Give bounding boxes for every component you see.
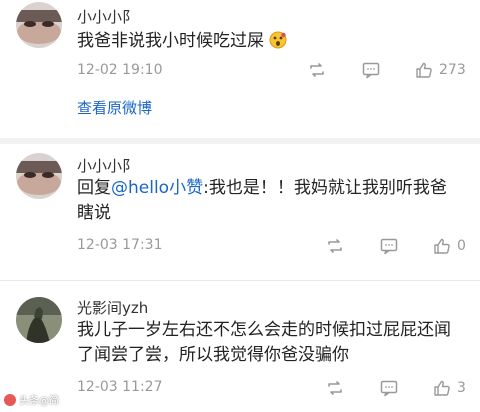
avatar[interactable]	[16, 2, 62, 48]
repost-button[interactable]	[307, 60, 327, 80]
comment-icon	[380, 380, 398, 397]
username[interactable]: 小小小阝	[77, 6, 137, 27]
comment-item: 小小小阝 回复@hello小赞:我也是！！我妈就让我别听我爸瞎说 12-03 1…	[0, 144, 480, 279]
avatar[interactable]	[16, 153, 62, 199]
comment-text: 我爸非说我小时候吃过屎	[77, 29, 458, 54]
avatar-image	[16, 2, 62, 48]
repost-button[interactable]	[325, 236, 345, 256]
timestamp: 12-03 17:31	[77, 237, 163, 253]
view-original-link[interactable]: 查看原微博	[77, 97, 152, 118]
comment-icon	[362, 62, 380, 79]
watermark: 头条@简	[4, 392, 59, 407]
thumbs-up-icon	[434, 238, 450, 254]
comment-button[interactable]	[361, 60, 381, 80]
like-button[interactable]: 0	[432, 236, 466, 256]
comment-icon	[380, 238, 398, 255]
repost-icon	[328, 381, 342, 395]
timestamp: 12-02 19:10	[77, 62, 163, 78]
like-button[interactable]: 3	[432, 378, 466, 398]
watermark-logo-icon	[4, 393, 16, 406]
repost-icon	[310, 63, 324, 77]
avatar-image	[16, 153, 62, 199]
username[interactable]: 光影间yzh	[77, 297, 148, 318]
thumbs-up-icon	[416, 62, 432, 78]
comment-item: 小小小阝 我爸非说我小时候吃过屎 12-02 19:10 273 查看原微博	[0, 0, 480, 138]
like-count: 0	[457, 238, 466, 254]
comment-text: 我儿子一岁左右还不怎么会走的时候扣过屁屁还闻了闻尝了尝，所以我觉得你爸没骗你	[77, 320, 451, 365]
like-count: 273	[439, 62, 466, 78]
avatar[interactable]	[16, 297, 62, 343]
comment-text: 回复@hello小赞:我也是！！我妈就让我别听我爸瞎说	[77, 176, 458, 226]
comment-text-body: 我爸非说我小时候吃过屎	[77, 31, 264, 51]
username[interactable]: 小小小阝	[77, 155, 137, 176]
reply-prefix: 回复	[77, 178, 111, 198]
repost-icon	[328, 239, 342, 253]
like-button[interactable]: 273	[414, 60, 466, 80]
avatar-image	[16, 297, 62, 343]
comment-button[interactable]	[379, 236, 399, 256]
repost-button[interactable]	[325, 378, 345, 398]
timestamp: 12-03 11:27	[77, 379, 163, 395]
comment-button[interactable]	[379, 378, 399, 398]
mention-link[interactable]: @hello小赞	[111, 178, 203, 198]
like-count: 3	[457, 380, 466, 396]
surprised-face-icon	[269, 31, 287, 49]
watermark-text: 头条@简	[19, 396, 59, 407]
thumbs-up-icon	[434, 380, 450, 396]
comment-item: 光影间yzh 我儿子一岁左右还不怎么会走的时候扣过屁屁还闻了闻尝了尝，所以我觉得…	[0, 280, 480, 412]
